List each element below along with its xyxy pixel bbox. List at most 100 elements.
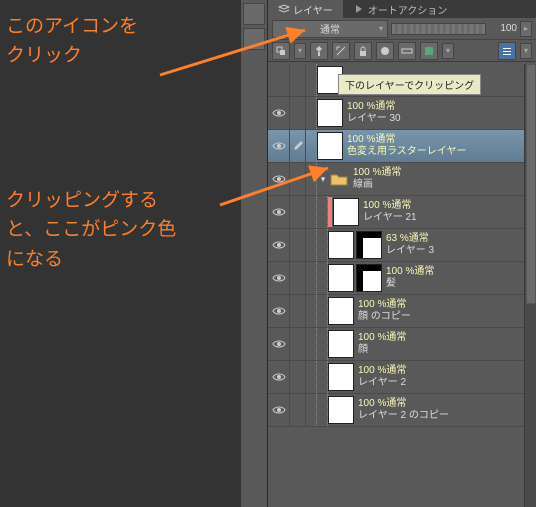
layer-row[interactable]: 100 %通常レイヤー 21 — [268, 196, 536, 229]
link-column[interactable] — [290, 196, 306, 228]
tab-label: レイヤー — [293, 2, 333, 17]
tab-layers[interactable]: レイヤー — [268, 0, 343, 18]
layer-row[interactable]: 100 %通常レイヤー 2 — [268, 361, 536, 394]
tree-indent — [306, 295, 328, 327]
layer-opacity-label: 100 %通常 — [347, 134, 467, 146]
layer-name-label: レイヤー 3 — [386, 245, 434, 257]
left-tool-strip — [241, 0, 268, 507]
link-column[interactable] — [290, 229, 306, 261]
opacity-dropdown[interactable]: ▸ — [520, 21, 532, 37]
tool-button[interactable] — [243, 28, 265, 50]
visibility-toggle[interactable] — [268, 196, 290, 228]
layer-folder-row[interactable]: ▾ 100 %通常線画 — [268, 163, 536, 196]
scrollbar[interactable] — [524, 64, 536, 507]
opacity-value: 100 — [489, 23, 517, 34]
layer-thumbnail[interactable] — [328, 264, 354, 292]
visibility-toggle[interactable] — [268, 295, 290, 327]
panel-menu-button[interactable] — [498, 42, 516, 60]
link-column[interactable] — [290, 130, 306, 162]
tree-indent — [306, 262, 328, 294]
tab-auto-action[interactable]: オートアクション — [343, 0, 458, 18]
visibility-toggle[interactable] — [268, 229, 290, 261]
layer-opacity-label: 100 %通常 — [363, 200, 417, 212]
layer-thumbnail[interactable] — [328, 330, 354, 358]
layer-row[interactable]: 100 %通常色変え用ラスターレイヤー — [268, 130, 536, 163]
layer-labels: 100 %通常顔 — [354, 332, 406, 356]
visibility-toggle[interactable] — [268, 361, 290, 393]
clip-to-layer-below-button[interactable] — [272, 42, 290, 60]
layer-name-label: レイヤー 30 — [347, 113, 401, 125]
layer-thumbnail[interactable] — [333, 198, 359, 226]
layer-color-button[interactable] — [420, 42, 438, 60]
blend-mode-select[interactable]: 通常 — [272, 20, 388, 38]
toolbar-dropdown[interactable]: ▾ — [294, 43, 306, 59]
layer-thumbnail[interactable] — [317, 99, 343, 127]
link-column[interactable] — [290, 328, 306, 360]
tree-indent — [306, 97, 317, 129]
layer-thumbnail[interactable] — [328, 231, 354, 259]
layer-name-label: 顔 のコピー — [358, 311, 411, 323]
layers-icon — [278, 3, 290, 15]
layer-row[interactable]: 100 %通常髪 — [268, 262, 536, 295]
tab-label: オートアクション — [368, 2, 448, 17]
layer-thumbnail[interactable] — [317, 132, 343, 160]
layer-labels: 100 %通常色変え用ラスターレイヤー — [343, 134, 467, 158]
color-dropdown[interactable]: ▾ — [442, 43, 454, 59]
lock-button[interactable] — [354, 42, 372, 60]
layer-row[interactable]: 100 %通常レイヤー 30 — [268, 97, 536, 130]
layer-opacity-label: 63 %通常 — [386, 233, 434, 245]
layer-opacity-label: 100 %通常 — [386, 266, 434, 278]
tool-button[interactable] — [243, 3, 265, 25]
mask-thumbnail[interactable] — [356, 264, 382, 292]
layer-labels: 100 %通常レイヤー 2 のコピー — [354, 398, 449, 422]
layer-row[interactable]: 63 %通常レイヤー 3 — [268, 229, 536, 262]
layer-labels: 100 %通常線画 — [349, 167, 401, 191]
layer-row[interactable]: 100 %通常顔 のコピー — [268, 295, 536, 328]
layer-thumbnail[interactable] — [328, 396, 354, 424]
draft-layer-button[interactable] — [332, 42, 350, 60]
panel-tabs: レイヤー オートアクション — [268, 0, 536, 18]
layer-labels: 100 %通常レイヤー 2 — [354, 365, 406, 389]
link-column[interactable] — [290, 361, 306, 393]
reference-layer-button[interactable] — [310, 42, 328, 60]
visibility-toggle[interactable] — [268, 328, 290, 360]
blend-mode-row: 通常 100 ▸ — [268, 18, 536, 40]
auto-action-icon — [353, 3, 365, 15]
panel-menu-dropdown[interactable]: ▾ — [520, 43, 532, 59]
layer-thumbnail[interactable] — [328, 297, 354, 325]
link-column[interactable] — [290, 295, 306, 327]
link-column[interactable] — [290, 97, 306, 129]
visibility-toggle[interactable] — [268, 262, 290, 294]
disclosure-triangle-icon[interactable]: ▾ — [317, 174, 329, 185]
visibility-toggle[interactable] — [268, 97, 290, 129]
link-column[interactable] — [290, 262, 306, 294]
mask-thumbnail[interactable] — [356, 231, 382, 259]
tree-indent — [306, 196, 328, 228]
layer-name-label: レイヤー 2 — [358, 377, 406, 389]
visibility-toggle[interactable] — [268, 130, 290, 162]
opacity-slider[interactable] — [391, 23, 486, 35]
link-column[interactable] — [290, 163, 306, 195]
link-column[interactable] — [290, 64, 306, 96]
tooltip: 下のレイヤーでクリッピング — [338, 74, 481, 95]
layer-row[interactable]: 100 %通常顔 — [268, 328, 536, 361]
layer-opacity-label: 100 %通常 — [347, 101, 401, 113]
layer-labels: 100 %通常レイヤー 30 — [343, 101, 401, 125]
link-column[interactable] — [290, 394, 306, 426]
layer-row[interactable]: 100 %通常レイヤー 2 のコピー — [268, 394, 536, 427]
visibility-toggle[interactable] — [268, 64, 290, 96]
tree-indent — [306, 163, 317, 195]
layer-opacity-label: 100 %通常 — [353, 167, 401, 179]
visibility-toggle[interactable] — [268, 163, 290, 195]
ruler-button[interactable] — [398, 42, 416, 60]
scrollbar-thumb[interactable] — [526, 64, 536, 304]
tree-indent — [306, 361, 328, 393]
layer-name-label: 髪 — [386, 278, 434, 290]
layer-thumbnail[interactable] — [328, 363, 354, 391]
mask-button[interactable] — [376, 42, 394, 60]
visibility-toggle[interactable] — [268, 394, 290, 426]
tree-indent — [306, 229, 328, 261]
canvas-area[interactable] — [0, 0, 268, 507]
layer-opacity-label: 100 %通常 — [358, 365, 406, 377]
tree-indent — [306, 130, 317, 162]
